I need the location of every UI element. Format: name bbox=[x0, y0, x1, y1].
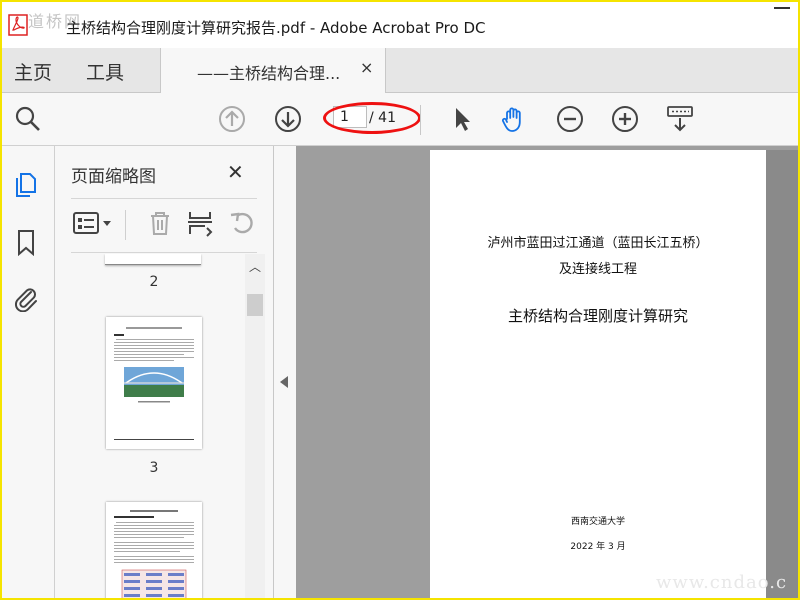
tab-home[interactable]: 主页 bbox=[14, 58, 52, 85]
minimize-button[interactable] bbox=[774, 7, 790, 9]
tab-document[interactable]: ——主桥结构合理... × bbox=[160, 48, 386, 93]
zoom-in-icon[interactable] bbox=[611, 105, 639, 133]
title-bar: 道桥网 主桥结构合理刚度计算研究报告.pdf - Adobe Acrobat P… bbox=[2, 2, 798, 48]
select-arrow-icon[interactable] bbox=[448, 105, 476, 133]
watermark-bottom-right: www.cndao.c bbox=[656, 572, 788, 593]
panel-close-icon[interactable]: ✕ bbox=[227, 160, 244, 184]
page-down-icon[interactable] bbox=[274, 105, 302, 133]
delete-page-icon[interactable] bbox=[145, 208, 175, 238]
toolbar-divider bbox=[420, 105, 421, 135]
panel-tool-divider bbox=[125, 210, 126, 240]
doc-date: 2022 年 3 月 bbox=[570, 542, 626, 552]
thumbnail-scrollbar[interactable]: ︿ bbox=[245, 254, 265, 598]
collapse-arrow-icon bbox=[280, 376, 288, 388]
viewport-edge bbox=[766, 150, 798, 598]
acrobat-logo-icon bbox=[8, 14, 28, 36]
panel-divider bbox=[71, 198, 257, 199]
keyboard-icon[interactable] bbox=[666, 105, 694, 133]
extract-page-icon[interactable] bbox=[185, 208, 215, 238]
thumbnail-page-number: 3 bbox=[149, 460, 159, 476]
page-up-icon[interactable] bbox=[218, 105, 246, 133]
app-window: 道桥网 主桥结构合理刚度计算研究报告.pdf - Adobe Acrobat P… bbox=[0, 0, 800, 600]
thumbnail-page-number: 2 bbox=[149, 274, 159, 290]
scrollbar-thumb[interactable] bbox=[247, 294, 263, 316]
panel-divider bbox=[71, 252, 257, 253]
zoom-out-icon[interactable] bbox=[556, 105, 584, 133]
red-highlight-oval bbox=[323, 102, 421, 134]
page-4-preview bbox=[114, 510, 194, 598]
tab-close-icon[interactable]: × bbox=[360, 58, 373, 77]
page-thumbnails-panel: 页面缩略图 ✕ 2 3 ︿ bbox=[55, 146, 274, 598]
panel-title: 页面缩略图 bbox=[71, 167, 156, 187]
attachment-icon[interactable] bbox=[12, 284, 40, 312]
hand-icon[interactable] bbox=[500, 105, 528, 133]
thumbnail-list: 2 3 bbox=[55, 254, 245, 598]
scroll-up-icon[interactable]: ︿ bbox=[249, 258, 261, 275]
tab-document-label: ——主桥结构合理... bbox=[197, 64, 341, 83]
rotate-page-icon[interactable] bbox=[227, 208, 257, 238]
options-dropdown-icon[interactable] bbox=[71, 208, 115, 238]
window-title: 主桥结构合理刚度计算研究报告.pdf - Adobe Acrobat Pro D… bbox=[66, 19, 486, 37]
page-navigator: 1 / 41 bbox=[323, 102, 421, 134]
doc-title-line-2: 及连接线工程 bbox=[558, 262, 637, 277]
bookmark-icon[interactable] bbox=[12, 228, 40, 256]
doc-institution: 西南交通大学 bbox=[570, 517, 625, 527]
doc-main-title: 主桥结构合理刚度计算研究 bbox=[507, 307, 688, 325]
thumbnail-page-3[interactable] bbox=[106, 317, 202, 449]
thumbnail-page-4[interactable] bbox=[106, 502, 202, 598]
panel-collapse-handle[interactable] bbox=[274, 146, 296, 598]
doc-title-line-1: 泸州市蓝田过江通道（蓝田长江五桥） bbox=[487, 236, 709, 251]
toolbar: 1 / 41 bbox=[2, 93, 798, 146]
pages-icon[interactable] bbox=[12, 170, 40, 198]
navigation-rail bbox=[2, 146, 55, 598]
tab-tools[interactable]: 工具 bbox=[86, 58, 124, 85]
page-3-preview bbox=[114, 327, 194, 440]
thumbnail-page-2[interactable] bbox=[105, 254, 201, 265]
tab-bar: 主页 工具 ——主桥结构合理... × bbox=[2, 48, 798, 93]
search-zoom-icon[interactable] bbox=[14, 105, 42, 133]
pdf-page: 泸州市蓝田过江通道（蓝田长江五桥） 及连接线工程 主桥结构合理刚度计算研究 西南… bbox=[430, 150, 766, 598]
